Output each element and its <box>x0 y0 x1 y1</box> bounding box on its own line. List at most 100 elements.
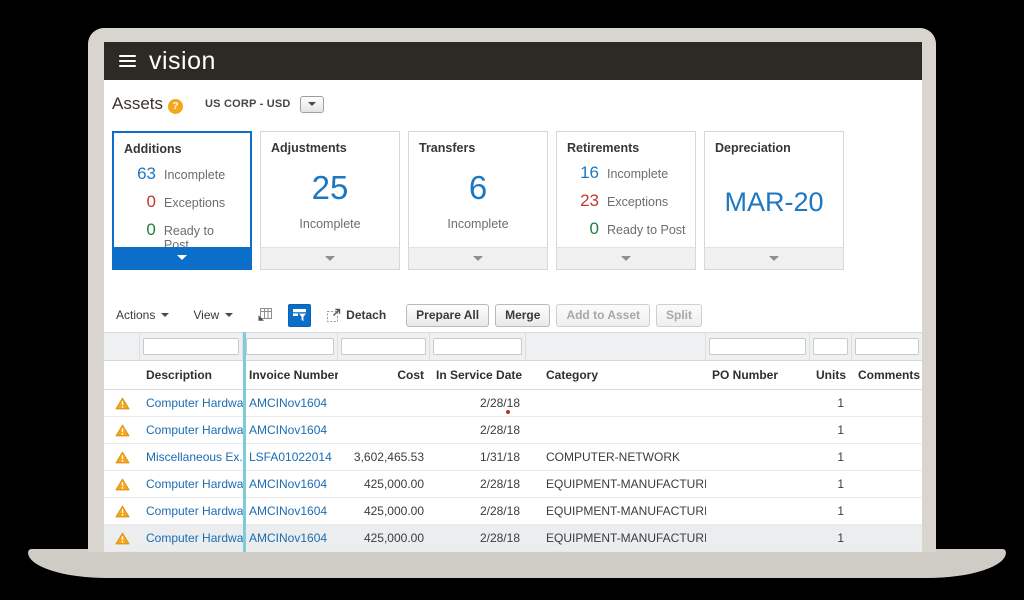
cell-status <box>104 498 140 524</box>
infotile-period-value: MAR-20 <box>705 187 843 218</box>
cell-description[interactable]: Computer Hardware <box>140 417 243 443</box>
stat-value: 16 <box>565 163 599 183</box>
infotile-expander[interactable] <box>409 247 547 269</box>
column-header-cost[interactable]: Cost <box>338 368 430 382</box>
cell-invoice[interactable]: AMCINov1604 <box>243 471 338 497</box>
filter-cell-po <box>706 333 810 360</box>
column-header-invoice[interactable]: Invoice Number <box>243 368 338 382</box>
detach-icon <box>326 308 341 323</box>
table-header-row: DescriptionInvoice NumberCostIn Service … <box>104 361 922 390</box>
stat-label: Exceptions <box>164 196 225 210</box>
cell-category: EQUIPMENT-MANUFACTURING <box>526 525 706 551</box>
cell-comments <box>852 390 922 416</box>
filter-cell-units <box>810 333 852 360</box>
column-header-in_service[interactable]: In Service Date <box>430 368 526 382</box>
merge-button[interactable]: Merge <box>495 304 550 327</box>
column-header-units[interactable]: Units <box>810 368 852 382</box>
filter-in_service-input[interactable] <box>433 338 522 355</box>
toolbar-menu-view[interactable]: View <box>193 308 233 322</box>
detach-label: Detach <box>346 308 386 322</box>
infotile-value: 25 <box>261 169 399 207</box>
infotile-stat-row: 63Incomplete <box>114 164 250 184</box>
infotile-stat-row: 0 Exceptions <box>114 192 250 212</box>
stat-value: 0 <box>122 192 156 212</box>
cell-description[interactable]: Computer Hardware <box>140 390 243 416</box>
book-dropdown-button[interactable] <box>300 96 324 113</box>
table-row[interactable]: Computer HardwareAMCINov1604 2/28/18 1 <box>104 417 922 444</box>
table-row[interactable]: Computer HardwareAMCINov1604425,000.002/… <box>104 471 922 498</box>
cell-units: 1 <box>810 417 852 443</box>
cell-po <box>706 390 810 416</box>
filter-units-input[interactable] <box>813 338 848 355</box>
cell-invoice[interactable]: AMCINov1604 <box>243 525 338 551</box>
column-header-description[interactable]: Description <box>140 368 243 382</box>
hamburger-menu-icon[interactable] <box>119 52 136 70</box>
cell-invoice[interactable]: AMCINov1604 <box>243 390 338 416</box>
infotile-transfers[interactable]: Transfers6Incomplete <box>408 131 548 270</box>
help-icon[interactable]: ? <box>168 99 183 114</box>
cell-description[interactable]: Computer Hardware <box>140 471 243 497</box>
cell-invoice[interactable]: AMCINov1604 <box>243 498 338 524</box>
app-header: vision <box>104 42 922 80</box>
warning-icon <box>115 397 130 410</box>
book-selector-label: US CORP - USD <box>205 98 291 110</box>
filter-comments-input[interactable] <box>855 338 919 355</box>
infotile-retirements[interactable]: Retirements16Incomplete23Exceptions0Read… <box>556 131 696 270</box>
query-by-example-icon[interactable] <box>288 304 311 327</box>
filter-cell-comments <box>852 333 922 360</box>
column-header-comments[interactable]: Comments <box>852 368 922 382</box>
infotile-expander[interactable] <box>557 247 695 269</box>
cell-status <box>104 525 140 551</box>
table-row[interactable]: Miscellaneous Ex...LSFA010220143,602,465… <box>104 444 922 471</box>
infotile-title: Retirements <box>557 132 695 155</box>
toolbar-menus: Actions View <box>116 308 257 322</box>
cell-category <box>526 417 706 443</box>
filter-invoice-input[interactable] <box>246 338 334 355</box>
chevron-down-icon <box>325 256 335 261</box>
infotile-expander[interactable] <box>261 247 399 269</box>
cell-status <box>104 390 140 416</box>
detach-button[interactable]: Detach <box>326 308 386 323</box>
chevron-down-icon <box>161 313 169 317</box>
filter-po-input[interactable] <box>709 338 806 355</box>
infotile-title: Transfers <box>409 132 547 155</box>
filter-description-input[interactable] <box>143 338 239 355</box>
cell-description[interactable]: Computer Hardware <box>140 498 243 524</box>
filter-cell-invoice <box>243 333 338 360</box>
cell-in_service: 2/28/18 <box>430 498 526 524</box>
cell-comments <box>852 525 922 551</box>
cell-invoice[interactable]: LSFA01022014 <box>243 444 338 470</box>
cell-description[interactable]: Miscellaneous Ex... <box>140 444 243 470</box>
chevron-down-icon <box>308 102 316 106</box>
cell-cost <box>338 390 430 416</box>
infotile-row: Additions63Incomplete0Exceptions0Ready t… <box>112 131 844 270</box>
freeze-columns-icon[interactable] <box>257 307 273 323</box>
filter-cost-input[interactable] <box>341 338 426 355</box>
cell-units: 1 <box>810 525 852 551</box>
table-row[interactable]: Computer HardwareAMCINov1604425,000.002/… <box>104 498 922 525</box>
infotile-additions[interactable]: Additions63Incomplete0Exceptions0Ready t… <box>112 131 252 270</box>
filter-row <box>104 332 922 361</box>
infotile-expander[interactable] <box>705 247 843 269</box>
column-header-category[interactable]: Category <box>526 368 706 382</box>
cell-category: COMPUTER-NETWORK <box>526 444 706 470</box>
toolbar-menu-actions[interactable]: Actions <box>116 308 169 322</box>
column-header-po[interactable]: PO Number <box>706 368 810 382</box>
infotile-stat-row: 16Incomplete <box>557 163 695 183</box>
filter-cell-cost <box>338 333 430 360</box>
stat-label: Exceptions <box>607 195 668 209</box>
cell-po <box>706 525 810 551</box>
assets-table: DescriptionInvoice NumberCostIn Service … <box>104 332 922 552</box>
cell-invoice[interactable]: AMCINov1604 <box>243 417 338 443</box>
filter-cell-category <box>526 333 706 360</box>
cell-in_service: 2/28/18 <box>430 417 526 443</box>
table-row[interactable]: Computer HardwareAMCINov1604425,000.002/… <box>104 525 922 552</box>
infotile-value: 6 <box>409 169 547 207</box>
app-logo: vision <box>149 43 216 79</box>
infotile-expander[interactable] <box>114 247 250 268</box>
infotile-adjustments[interactable]: Adjustments25Incomplete <box>260 131 400 270</box>
infotile-depreciation[interactable]: DepreciationMAR-20 <box>704 131 844 270</box>
cell-description[interactable]: Computer Hardware <box>140 525 243 551</box>
table-row[interactable]: Computer HardwareAMCINov16042/28/181 <box>104 390 922 417</box>
prepare-all-button[interactable]: Prepare All <box>406 304 489 327</box>
